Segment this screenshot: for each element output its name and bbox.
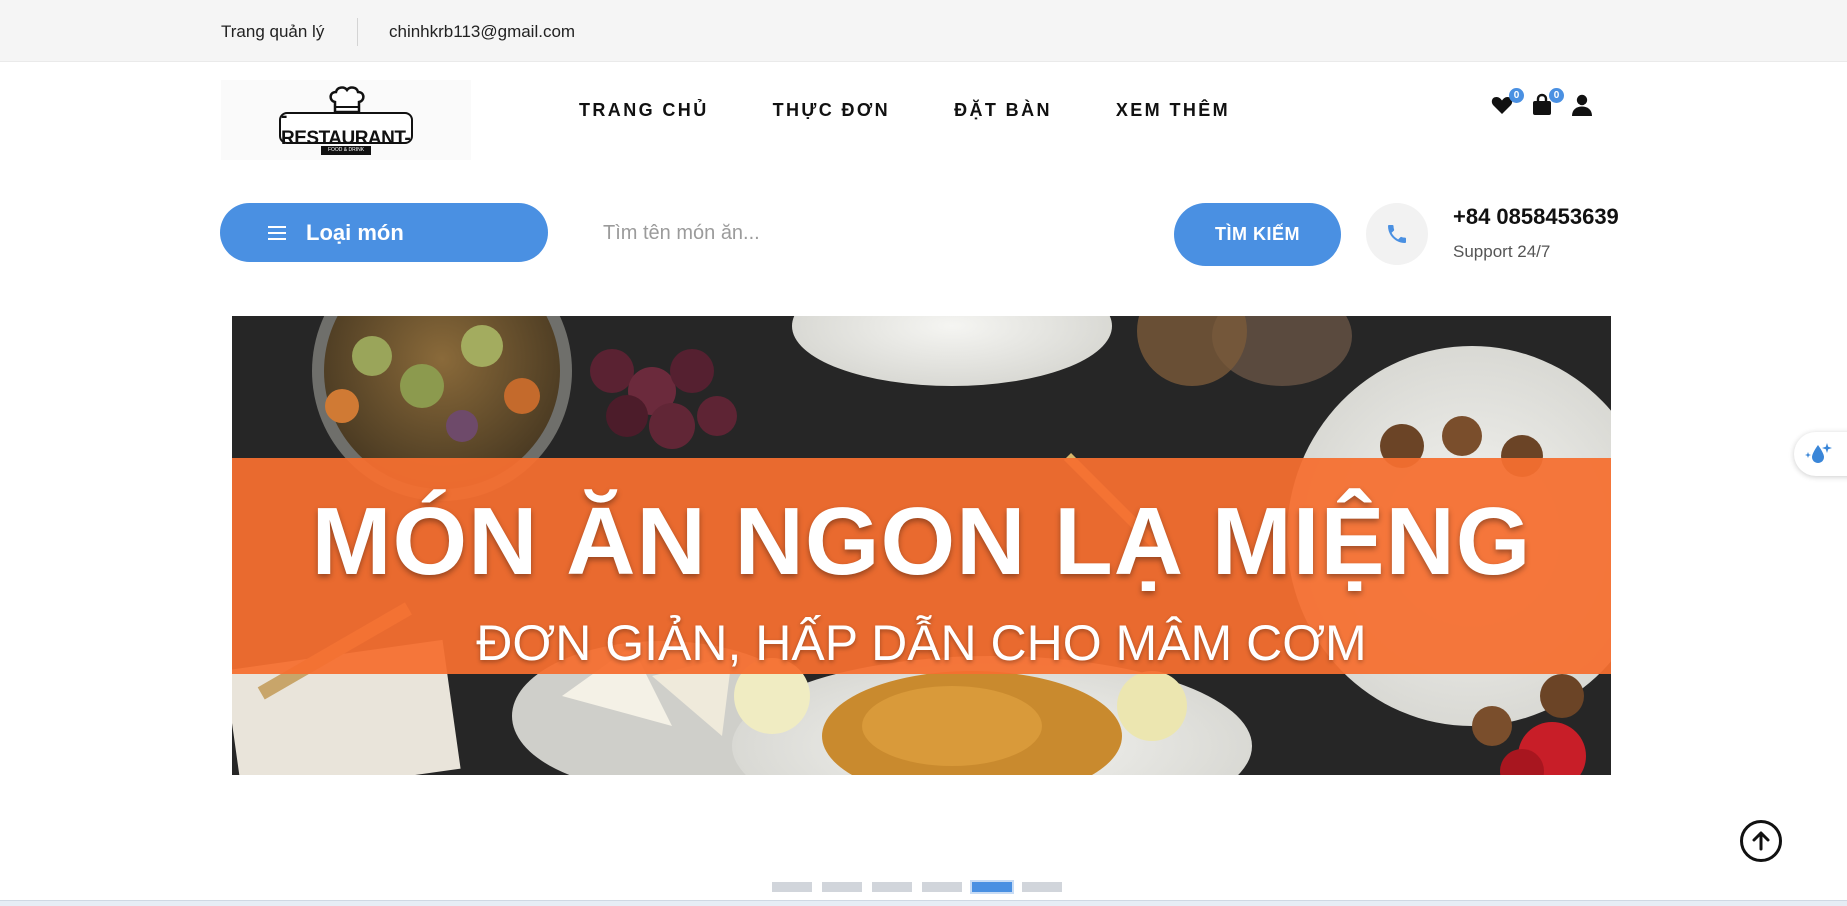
user-email: chinhkrb113@gmail.com — [389, 22, 576, 41]
sparkle-drop-icon — [1805, 443, 1832, 463]
nav-menu[interactable]: THỰC ĐƠN — [773, 100, 890, 121]
main-nav: TRANG CHỦ THỰC ĐƠN ĐẶT BÀN XEM THÊM — [579, 100, 1294, 121]
hero-banner[interactable]: MÓN ĂN NGON LẠ MIỆNG ĐƠN GIẢN, HẤP DẪN C… — [232, 316, 1611, 775]
top-bar: Trang quản lý chinhkrb113@gmail.com — [0, 0, 1847, 62]
user-icon — [1572, 94, 1592, 116]
floating-assistant-button[interactable] — [1794, 432, 1847, 476]
banner-title: MÓN ĂN NGON LẠ MIỆNG — [311, 488, 1532, 595]
slider-dot[interactable] — [772, 882, 812, 892]
divider — [357, 18, 358, 46]
wishlist-count-badge: 0 — [1509, 88, 1524, 103]
arrow-up-icon — [1752, 831, 1770, 851]
nav-booking[interactable]: ĐẶT BÀN — [954, 100, 1052, 121]
search-button[interactable]: TÌM KIẾM — [1174, 203, 1341, 266]
admin-link[interactable]: Trang quản lý — [221, 22, 324, 42]
slider-dot[interactable] — [1022, 882, 1062, 892]
category-dropdown-button[interactable]: Loại món — [220, 203, 548, 262]
scroll-to-top-button[interactable] — [1740, 820, 1782, 862]
slider-dot[interactable] — [922, 882, 962, 892]
support-text: Support 24/7 — [1453, 242, 1551, 261]
slider-dot[interactable] — [872, 882, 912, 892]
header-actions: 0 0 — [1490, 88, 1596, 119]
phone-icon — [1388, 225, 1406, 243]
window-bottom-edge — [0, 900, 1847, 906]
wishlist-button[interactable]: 0 — [1490, 88, 1524, 119]
banner-subtitle: ĐƠN GIẢN, HẤP DẪN CHO MÂM CƠM — [476, 615, 1367, 671]
search-input[interactable] — [580, 210, 1140, 256]
category-label: Loại món — [306, 219, 404, 245]
site-logo[interactable]: -RESTAURANT- FOOD & DRINK — [221, 80, 471, 160]
cart-button[interactable]: 0 — [1530, 88, 1564, 119]
logo-subtext: FOOD & DRINK — [321, 146, 371, 155]
logo-text: -RESTAURANT- — [279, 106, 413, 149]
hamburger-menu-icon — [268, 225, 286, 240]
slider-pagination — [772, 880, 1062, 894]
nav-more[interactable]: XEM THÊM — [1116, 100, 1230, 121]
slider-dot[interactable] — [822, 882, 862, 892]
nav-home[interactable]: TRANG CHỦ — [579, 100, 709, 121]
account-button[interactable] — [1570, 93, 1596, 119]
cart-count-badge: 0 — [1549, 88, 1564, 103]
hotline-number: +84 0858453639 — [1453, 204, 1619, 229]
slider-dot-active[interactable] — [970, 880, 1014, 894]
phone-button[interactable] — [1366, 203, 1428, 265]
